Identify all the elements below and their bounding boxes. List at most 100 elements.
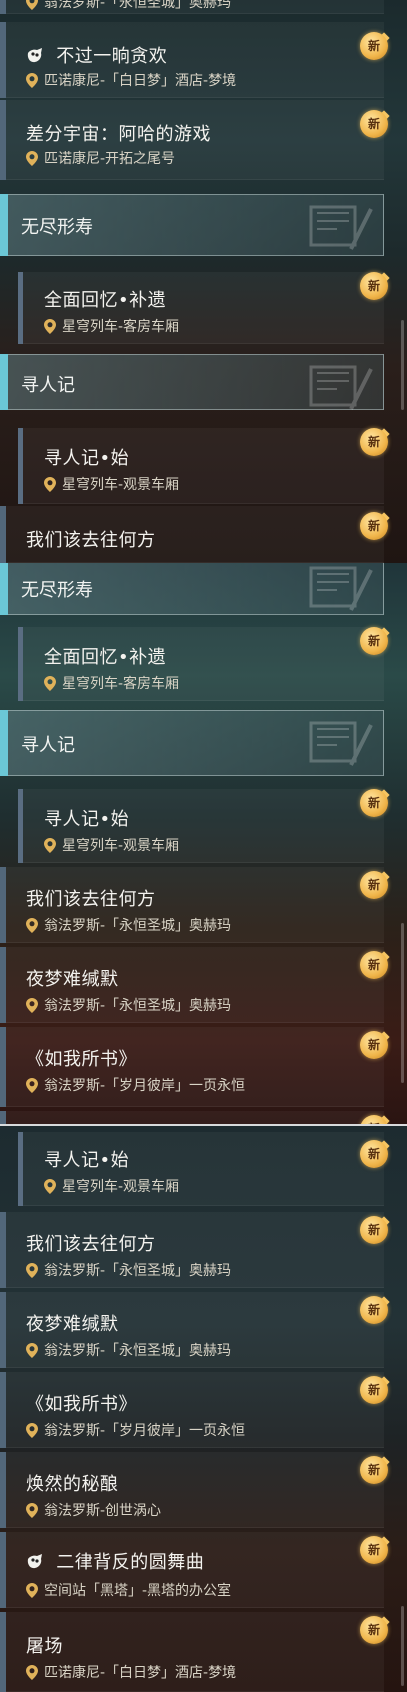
- list-item[interactable]: 夜梦难缄默 翁法罗斯-「永恒圣城」奥赫玛 新: [0, 947, 390, 1023]
- location-label: 星穹列车-观景车厢: [44, 474, 179, 494]
- scrollbar[interactable]: [401, 320, 404, 410]
- location-pin-icon: [26, 1582, 38, 1598]
- list-item[interactable]: 不过一晌贪欢 匹诺康尼-「白日梦」酒店-梦境 新: [0, 22, 390, 98]
- list-item[interactable]: 我们该去往何方 新: [0, 506, 390, 563]
- new-badge: 新: [358, 1376, 392, 1406]
- quest-title: 寻人记•始: [44, 1150, 130, 1171]
- location-label: 翁法罗斯-创世涡心: [26, 1500, 161, 1520]
- quest-title: 我们该去往何方: [26, 889, 156, 910]
- location-pin-icon: [44, 476, 56, 492]
- location-label: 翁法罗斯-「永恒圣城」奥赫玛: [26, 915, 231, 935]
- dream-mask-icon: [27, 1554, 42, 1569]
- dream-mask-icon: [27, 48, 42, 63]
- quest-title: 夜梦难缄默: [26, 1314, 119, 1335]
- location-label: 翁法罗斯-「永恒圣城」奥赫玛: [26, 1340, 231, 1360]
- location-pin-icon: [26, 1077, 38, 1093]
- location-pin-icon: [26, 1502, 38, 1518]
- quest-title: 焕然的秘酿: [26, 1474, 119, 1495]
- quest-title: 差分宇宙：阿哈的游戏: [26, 124, 211, 145]
- new-badge: 新: [358, 428, 392, 458]
- quest-list-panel-3: 寻人记•始 星穹列车-观景车厢 新 我们该去往何方 翁法罗斯-「永恒圣城」奥赫玛…: [0, 1126, 407, 1692]
- scrollbar[interactable]: [401, 1606, 404, 1686]
- list-item[interactable]: 屠场 匹诺康尼-「白日梦」酒店-梦境 新: [0, 1612, 390, 1692]
- scrollbar[interactable]: [401, 923, 404, 1083]
- quest-list-panel-1: 翁法罗斯-「永恒圣城」奥赫玛 不过一晌贪欢 匹诺康尼-「白日梦」酒店-梦境 新 …: [0, 0, 407, 563]
- section-header[interactable]: 无尽形寿: [0, 194, 384, 256]
- book-emblem-icon: [309, 365, 373, 410]
- location-pin-icon: [44, 318, 56, 334]
- location-pin-icon: [26, 0, 38, 10]
- location-label: 星穹列车-观景车厢: [44, 1176, 179, 1196]
- list-item[interactable]: 《如我所书》 翁法罗斯-「岁月彼岸」一页永恒 新: [0, 1372, 390, 1448]
- list-item[interactable]: 焕然的秘酿 翁法罗斯-创世涡心 新: [0, 1452, 390, 1528]
- location-pin-icon: [44, 1178, 56, 1194]
- list-item[interactable]: 寻人记•始 星穹列车-观景车厢 新: [0, 428, 390, 504]
- section-title: 寻人记: [21, 375, 75, 396]
- location-label: 匹诺康尼-开拓之尾号: [26, 148, 175, 168]
- location-pin-icon: [44, 837, 56, 853]
- location-label: 星穹列车-客房车厢: [44, 316, 179, 336]
- quest-title: 夜梦难缄默: [26, 969, 119, 990]
- book-emblem-icon: [309, 566, 373, 611]
- location-pin-icon: [26, 72, 38, 88]
- location-pin-icon: [26, 997, 38, 1013]
- book-emblem-icon: [309, 721, 373, 766]
- section-title: 寻人记: [21, 735, 75, 756]
- location-pin-icon: [44, 675, 56, 691]
- new-badge: 新: [358, 272, 392, 302]
- new-badge: 新: [358, 871, 392, 901]
- list-item[interactable]: 全面回忆•补遗 星穹列车-客房车厢 新: [0, 627, 390, 701]
- new-badge: 新: [358, 951, 392, 981]
- quest-title: 全面回忆•补遗: [44, 290, 167, 311]
- list-item[interactable]: 全面回忆•补遗 星穹列车-客房车厢 新: [0, 272, 390, 344]
- new-badge: 新: [358, 1140, 392, 1170]
- location-pin-icon: [26, 1342, 38, 1358]
- list-item[interactable]: 差分宇宙：阿哈的游戏 匹诺康尼-开拓之尾号 新: [0, 100, 390, 180]
- new-badge: 新: [358, 1616, 392, 1646]
- location-pin-icon: [26, 917, 38, 933]
- location-pin-icon: [26, 1262, 38, 1278]
- new-badge: 新: [358, 1216, 392, 1246]
- location-pin-icon: [26, 150, 38, 166]
- section-header[interactable]: 寻人记: [0, 354, 384, 410]
- location-label: 匹诺康尼-「白日梦」酒店-梦境: [26, 70, 236, 90]
- section-header[interactable]: 无尽形寿: [0, 563, 384, 615]
- quest-title: 屠场: [26, 1636, 63, 1657]
- quest-title: 二律背反的圆舞曲: [26, 1548, 204, 1574]
- location-label: 星穹列车-观景车厢: [44, 835, 179, 855]
- new-badge: 新: [358, 32, 392, 62]
- location-pin-icon: [26, 1422, 38, 1438]
- new-badge: 新: [358, 1031, 392, 1061]
- list-item[interactable]: 寻人记•始 星穹列车-观景车厢 新: [0, 1132, 390, 1206]
- quest-list-panel-2: 无尽形寿 全面回忆•补遗 星穹列车-客房车厢 新 寻人记 寻人记•始 星穹列车-…: [0, 563, 407, 1126]
- section-title: 无尽形寿: [21, 217, 93, 238]
- list-item[interactable]: 我们该去往何方 翁法罗斯-「永恒圣城」奥赫玛 新: [0, 1212, 390, 1288]
- quest-title: 不过一晌贪欢: [26, 42, 167, 68]
- list-item[interactable]: 寻人记•始 星穹列车-观景车厢 新: [0, 789, 390, 863]
- list-item[interactable]: 翁法罗斯-「永恒圣城」奥赫玛: [0, 0, 384, 14]
- new-badge: 新: [358, 1536, 392, 1566]
- list-item[interactable]: 我们该去往何方 翁法罗斯-「永恒圣城」奥赫玛 新: [0, 867, 390, 943]
- new-badge: 新: [358, 110, 392, 140]
- location-label: 翁法罗斯-「永恒圣城」奥赫玛: [26, 995, 231, 1015]
- list-item[interactable]: 夜梦难缄默 翁法罗斯-「永恒圣城」奥赫玛 新: [0, 1292, 390, 1368]
- new-badge: 新: [358, 627, 392, 657]
- location-label: 翁法罗斯-「永恒圣城」奥赫玛: [26, 1260, 231, 1280]
- book-emblem-icon: [309, 205, 373, 250]
- list-item[interactable]: 《如我所书》 翁法罗斯-「岁月彼岸」一页永恒 新: [0, 1027, 390, 1107]
- quest-title: 我们该去往何方: [26, 1234, 156, 1255]
- location-label: 星穹列车-客房车厢: [44, 673, 179, 693]
- quest-title: 《如我所书》: [26, 1394, 137, 1415]
- section-title: 无尽形寿: [21, 580, 93, 601]
- quest-title: 全面回忆•补遗: [44, 647, 167, 668]
- location-pin-icon: [26, 1664, 38, 1680]
- new-badge: 新: [358, 1456, 392, 1486]
- section-header[interactable]: 寻人记: [0, 710, 384, 776]
- location-label: 翁法罗斯-「岁月彼岸」一页永恒: [26, 1420, 245, 1440]
- location-label: 匹诺康尼-「白日梦」酒店-梦境: [26, 1662, 236, 1682]
- quest-title: 寻人记•始: [44, 809, 130, 830]
- new-badge: 新: [358, 512, 392, 542]
- quest-title: 我们该去往何方: [26, 530, 156, 551]
- list-item[interactable]: 二律背反的圆舞曲 空间站「黑塔」-黑塔的办公室 新: [0, 1532, 390, 1608]
- new-badge: 新: [358, 1296, 392, 1326]
